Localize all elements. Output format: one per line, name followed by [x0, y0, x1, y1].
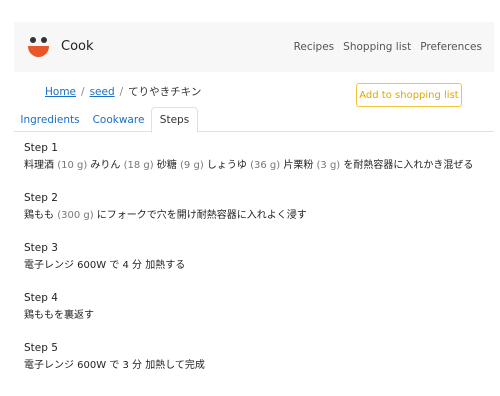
breadcrumb: Home / seed / てりやきチキン [45, 84, 201, 99]
breadcrumb-separator: / [119, 85, 124, 98]
nav-shopping-list-link[interactable]: Shopping list [343, 41, 411, 53]
step-text: 鶏ももを裏返す [24, 309, 484, 322]
step-item: Step 1 料理酒 (10 g) みりん (18 g) 砂糖 (9 g) しょ… [24, 141, 484, 172]
step-text-fragment: 鶏ももを裏返す [24, 310, 94, 321]
breadcrumb-separator: / [81, 85, 85, 98]
nav-preferences-link[interactable]: Preferences [420, 41, 482, 53]
ingredient-quantity: (9 g) [180, 160, 204, 171]
step-text-fragment: 電子レンジ 600W で 3 分 加熱して完成 [24, 360, 205, 371]
tab-ingredients[interactable]: Ingredients [14, 107, 86, 132]
step-text-fragment: 砂糖 [153, 160, 181, 171]
recipe-tabs: Ingredients Cookware Steps [14, 107, 494, 133]
ingredient-quantity: (3 g) [316, 160, 341, 171]
tab-steps[interactable]: Steps [151, 107, 198, 133]
step-text-fragment: を耐熱容器に入れかき混ぜる [340, 160, 474, 171]
step-title: Step 3 [24, 242, 58, 254]
ingredient-quantity: (36 g) [250, 160, 281, 171]
step-title: Step 1 [24, 142, 58, 154]
step-text-fragment: しょうゆ [203, 160, 251, 171]
step-item: Step 3 電子レンジ 600W で 4 分 加熱する [24, 241, 484, 272]
step-item: Step 4 鶏ももを裏返す [24, 291, 484, 322]
step-item: Step 2 鶏もも (300 g) にフォークで穴を開け耐熱容器に入れよく浸す [24, 191, 484, 222]
step-item: Step 5 電子レンジ 600W で 3 分 加熱して完成 [24, 341, 484, 372]
step-text: 鶏もも (300 g) にフォークで穴を開け耐熱容器に入れよく浸す [24, 209, 484, 222]
step-text-fragment: 料理酒 [24, 160, 58, 171]
ingredient-quantity: (10 g) [57, 160, 88, 171]
nav-links: Recipes Shopping list Preferences [294, 41, 482, 53]
step-text-fragment: 片栗粉 [280, 160, 317, 171]
ingredient-quantity: (300 g) [57, 210, 94, 221]
add-to-shopping-list-button[interactable]: Add to shopping list [356, 83, 462, 107]
breadcrumb-home-link[interactable]: Home [45, 86, 76, 98]
brand-name[interactable]: Cook [61, 39, 94, 54]
step-text: 電子レンジ 600W で 3 分 加熱して完成 [24, 359, 484, 372]
step-text-fragment: 電子レンジ 600W で 4 分 加熱する [24, 260, 186, 271]
step-text-fragment: みりん [87, 160, 124, 171]
cook-logo-icon[interactable] [28, 37, 50, 59]
step-title: Step 5 [24, 342, 58, 354]
breadcrumb-seed-link[interactable]: seed [90, 86, 115, 98]
step-text-fragment: にフォークで穴を開け耐熱容器に入れよく浸す [93, 210, 307, 221]
tab-cookware[interactable]: Cookware [86, 107, 151, 132]
step-text-fragment: 鶏もも [24, 210, 58, 221]
navbar: Cook Recipes Shopping list Preferences [14, 22, 494, 72]
step-text: 料理酒 (10 g) みりん (18 g) 砂糖 (9 g) しょうゆ (36 … [24, 159, 484, 172]
step-text: 電子レンジ 600W で 4 分 加熱する [24, 259, 484, 272]
ingredient-quantity: (18 g) [123, 160, 154, 171]
breadcrumb-current: てりやきチキン [128, 86, 202, 98]
nav-recipes-link[interactable]: Recipes [294, 41, 335, 53]
step-title: Step 4 [24, 292, 58, 304]
step-title: Step 2 [24, 192, 58, 204]
